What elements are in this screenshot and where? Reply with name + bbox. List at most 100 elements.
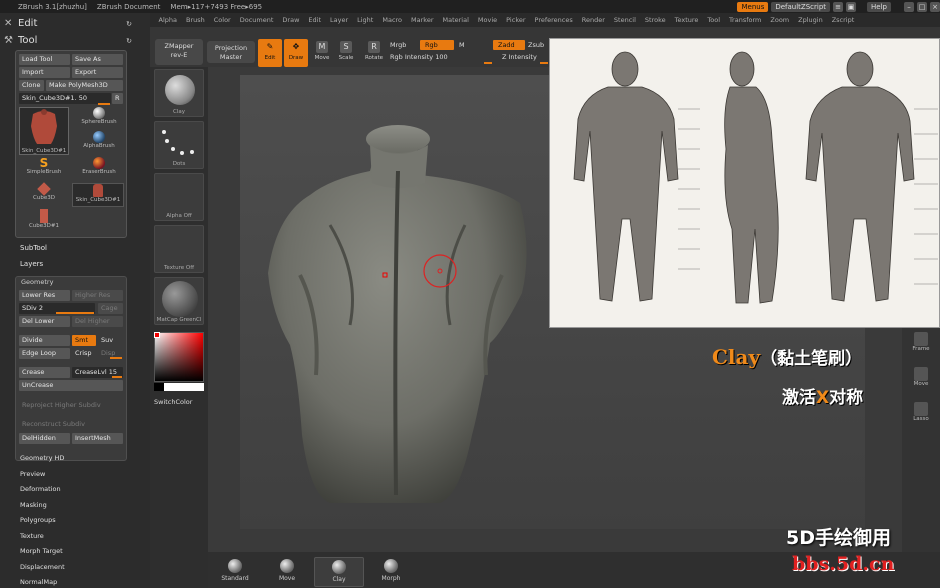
clay-material-slot[interactable]: Clay (154, 69, 204, 117)
save-as-button[interactable]: Save As (72, 54, 123, 65)
menu-macro[interactable]: Macro (378, 16, 407, 24)
reproject-button[interactable]: Reproject Higher Subdiv (19, 400, 123, 411)
clay-brush-slot[interactable]: Clay (314, 557, 364, 587)
menu-picker[interactable]: Picker (502, 16, 530, 24)
menu-draw[interactable]: Draw (278, 16, 304, 24)
clone-button[interactable]: Clone (19, 80, 44, 91)
menu-material[interactable]: Material (438, 16, 473, 24)
r-button[interactable]: R (112, 93, 123, 104)
menu-stroke[interactable]: Stroke (640, 16, 670, 24)
pin-icon[interactable]: ↻ (126, 20, 132, 28)
suv-toggle[interactable]: Suv (98, 335, 123, 346)
menu-movie[interactable]: Movie (473, 16, 501, 24)
switch-color-button[interactable]: SwitchColor (154, 398, 192, 406)
edit-mode-button[interactable]: ✎ Edit (258, 39, 282, 67)
move-view-button[interactable]: Move (907, 367, 935, 387)
matcap-slot[interactable]: MatCap GreenCl (154, 277, 204, 325)
zsub-toggle[interactable]: Zsub (528, 41, 544, 49)
z-intensity-slider[interactable]: Z Intensity (502, 53, 537, 61)
minimize-icon[interactable]: – (904, 1, 914, 12)
lasso-button[interactable]: Lasso (907, 402, 935, 422)
simplebrush-thumb[interactable]: S SimpleBrush (19, 157, 69, 181)
move-brush-slot[interactable]: Move (262, 557, 312, 587)
cube3d-1-thumb[interactable]: Cube3D#1 (19, 209, 69, 235)
rgb-intensity-slider[interactable]: Rgb Intensity 100 (390, 53, 448, 61)
menu-stencil[interactable]: Stencil (609, 16, 640, 24)
texture-off-slot[interactable]: Texture Off (154, 225, 204, 273)
scale-mode-button[interactable]: S Scale (334, 39, 358, 67)
del-lower-button[interactable]: Del Lower (19, 316, 70, 327)
menu-zplugin[interactable]: Zplugin (794, 16, 828, 24)
uncrease-button[interactable]: UnCrease (19, 380, 123, 391)
skin-cube-thumb[interactable]: Skin_Cube3D#1 (72, 183, 124, 207)
draw-mode-button[interactable]: ✥ Draw (284, 39, 308, 67)
subpalette-deformation[interactable]: Deformation (20, 485, 61, 493)
list-icon[interactable]: ≡ (833, 1, 844, 12)
smt-toggle[interactable]: Smt (72, 335, 96, 346)
pin-icon[interactable]: ↻ (126, 37, 132, 45)
menu-brush[interactable]: Brush (181, 16, 209, 24)
zadd-toggle[interactable]: Zadd (493, 40, 525, 50)
subpalette-displacement[interactable]: Displacement (20, 563, 65, 571)
subpalette-geometry-hd[interactable]: Geometry HD (20, 454, 64, 462)
menu-light[interactable]: Light (353, 16, 378, 24)
make-polymesh-button[interactable]: Make PolyMesh3D (46, 80, 123, 91)
geometry-title[interactable]: Geometry (21, 278, 53, 286)
close-icon[interactable]: × (930, 1, 940, 12)
m-toggle[interactable]: M (459, 41, 465, 49)
menu-tool[interactable]: Tool (703, 16, 725, 24)
menus-button[interactable]: Menus (737, 1, 769, 12)
frame-button[interactable]: Frame (907, 332, 935, 352)
menu-texture[interactable]: Texture (670, 16, 703, 24)
alpha-off-slot[interactable]: Alpha Off (154, 173, 204, 221)
rotate-mode-button[interactable]: R Rotate (362, 39, 386, 67)
primary-color-swatch[interactable] (154, 332, 160, 338)
subpalette-masking[interactable]: Masking (20, 501, 47, 509)
morph-brush-slot[interactable]: Morph (366, 557, 416, 587)
zmapper-button[interactable]: ZMapper rev-E (155, 39, 203, 65)
menu-preferences[interactable]: Preferences (530, 16, 577, 24)
menu-zoom[interactable]: Zoom (766, 16, 794, 24)
menu-edit[interactable]: Edit (304, 16, 326, 24)
menu-render[interactable]: Render (577, 16, 609, 24)
color-picker[interactable] (154, 332, 204, 382)
layers-section[interactable]: Layers (20, 260, 43, 268)
standard-brush-slot[interactable]: Standard (210, 557, 260, 587)
subpalette-morph-target[interactable]: Morph Target (20, 547, 63, 555)
secondary-color-bar[interactable] (154, 383, 204, 391)
del-higher-button[interactable]: Del Higher (72, 316, 123, 327)
cube3d-thumb[interactable]: Cube3D (19, 182, 69, 207)
export-button[interactable]: Export (72, 67, 123, 78)
crease-button[interactable]: Crease (19, 367, 70, 378)
subpalette-polygroups[interactable]: Polygroups (20, 516, 56, 524)
menu-zscript[interactable]: Zscript (827, 16, 859, 24)
maximize-icon[interactable]: □ (917, 1, 927, 12)
menu-marker[interactable]: Marker (407, 16, 438, 24)
mrgb-toggle[interactable]: Mrgb (390, 41, 406, 49)
dots-stroke-slot[interactable]: Dots (154, 121, 204, 169)
cage-button[interactable]: Cage (98, 303, 123, 314)
spherebrush-thumb[interactable]: SphereBrush (74, 107, 124, 131)
current-tool-thumb[interactable]: Skin_Cube3D#1 (19, 107, 69, 155)
edit-palette-header[interactable]: ✕ Edit ↻ (0, 15, 140, 32)
higher-res-button[interactable]: Higher Res (72, 290, 123, 301)
menu-alpha[interactable]: Alpha (154, 16, 181, 24)
lower-res-button[interactable]: Lower Res (19, 290, 70, 301)
menu-transform[interactable]: Transform (725, 16, 766, 24)
default-zscript-button[interactable]: DefaultZScript (771, 1, 831, 12)
edge-loop-button[interactable]: Edge Loop (19, 348, 70, 359)
panel-icon[interactable]: ▣ (846, 1, 857, 12)
subtool-section[interactable]: SubTool (20, 244, 47, 252)
reconstruct-button[interactable]: Reconstruct Subdiv (19, 419, 123, 430)
divide-button[interactable]: Divide (19, 335, 70, 346)
rgb-toggle[interactable]: Rgb (420, 40, 454, 50)
delhidden-button[interactable]: DelHidden (19, 433, 70, 444)
projection-master-button[interactable]: Projection Master (207, 41, 255, 63)
insertmesh-button[interactable]: InsertMesh (72, 433, 123, 444)
subpalette-preview[interactable]: Preview (20, 470, 45, 478)
subpalette-normalmap[interactable]: NormalMap (20, 578, 57, 586)
load-tool-button[interactable]: Load Tool (19, 54, 70, 65)
eraserbrush-thumb[interactable]: EraserBrush (74, 157, 124, 181)
menu-layer[interactable]: Layer (326, 16, 353, 24)
crisp-toggle[interactable]: Crisp (72, 348, 96, 359)
